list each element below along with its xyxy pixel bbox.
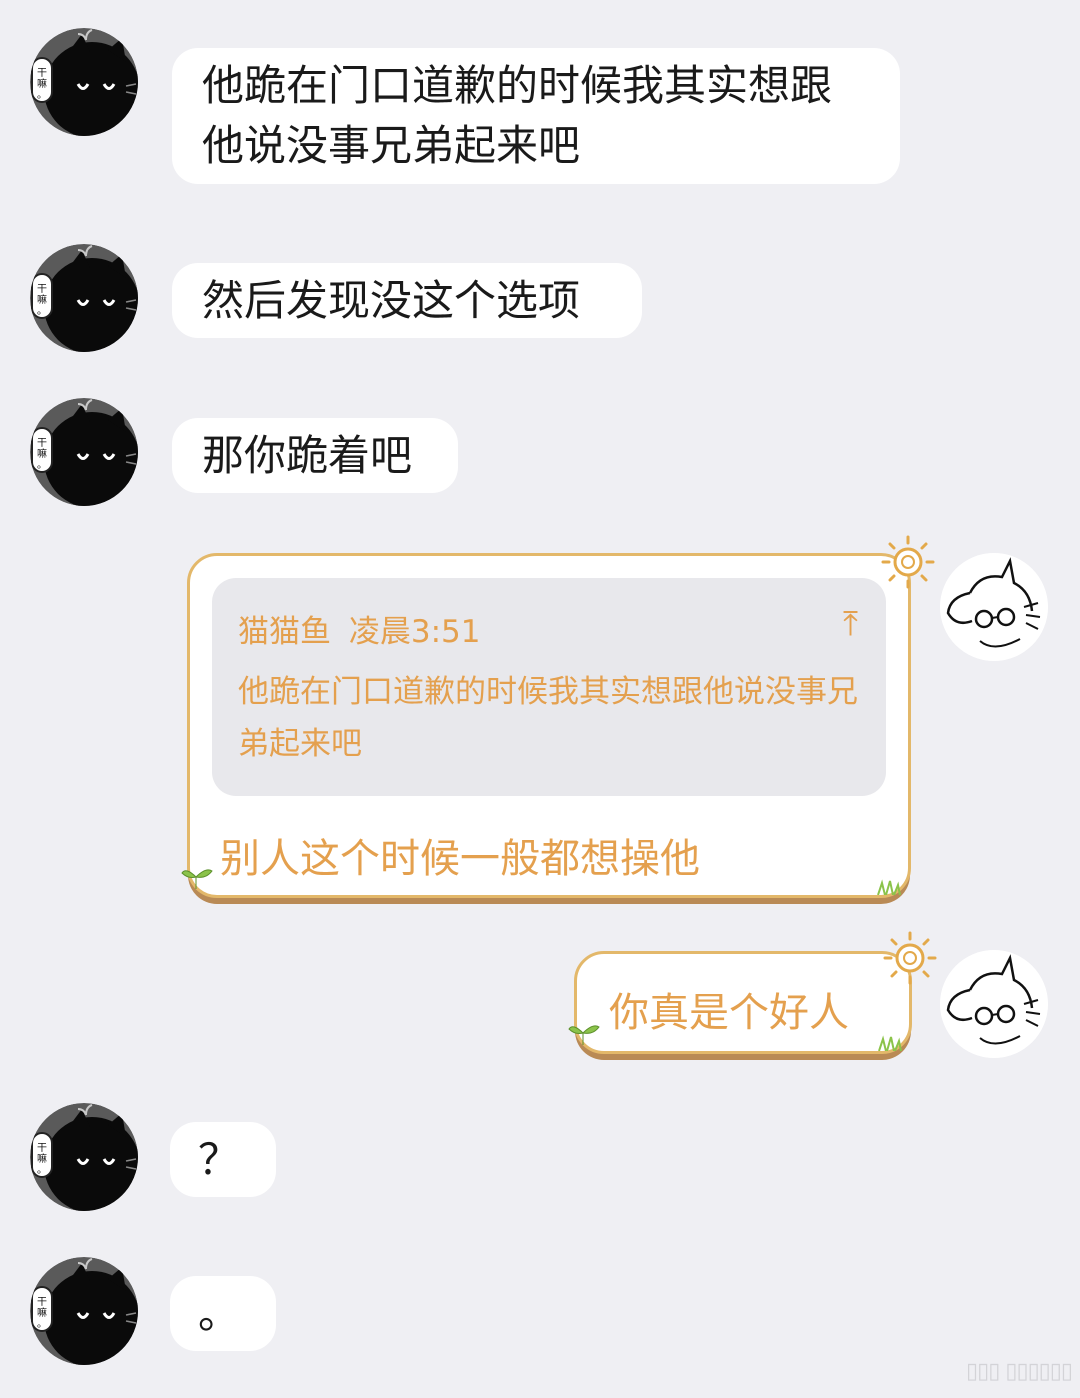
badge-text: 干嘛。 (37, 1143, 47, 1176)
cat-avatar[interactable]: 干嘛。 (30, 398, 138, 506)
sprout-icon (568, 1025, 600, 1045)
cat-avatar[interactable]: 干嘛。 (30, 1103, 138, 1211)
jump-to-quote-icon[interactable]: ⤒ (843, 604, 858, 644)
badge-text: 干嘛。 (37, 68, 47, 101)
quote-time: 凌晨3:51 (348, 614, 481, 650)
message-bubble[interactable]: 那你跪着吧 (172, 418, 458, 493)
reply-bubble[interactable]: 猫猫鱼 凌晨3:51 ⤒ 他跪在门口道歉的时候我其实想跟他说没事兄弟起来吧 别人… (181, 553, 911, 898)
cat-face-icon: 干嘛。 (30, 1257, 138, 1365)
message-text: 他跪在门口道歉的时候我其实想跟他说没事兄弟起来吧 (202, 61, 833, 170)
sketch-character-icon (940, 950, 1048, 1058)
message-text: 。 (198, 1289, 241, 1338)
cat-avatar[interactable]: 干嘛。 (30, 28, 138, 136)
quoted-message[interactable]: 猫猫鱼 凌晨3:51 ⤒ 他跪在门口道歉的时候我其实想跟他说没事兄弟起来吧 (212, 578, 886, 796)
cat-face-icon: 干嘛。 (30, 244, 138, 352)
message-bubble[interactable]: ？ (170, 1122, 276, 1197)
message-text: 你真是个好人 (609, 990, 849, 1036)
cat-face-icon: 干嘛。 (30, 1103, 138, 1211)
grass-icon (878, 1035, 902, 1051)
sun-icon (881, 535, 935, 589)
quote-header: 猫猫鱼 凌晨3:51 (238, 606, 480, 651)
badge-text: 干嘛。 (37, 284, 47, 317)
message-bubble[interactable]: 然后发现没这个选项 (172, 263, 642, 338)
my-avatar[interactable] (940, 950, 1048, 1058)
badge-text: 干嘛。 (37, 1297, 47, 1330)
sun-icon (883, 931, 937, 985)
message-text: 别人这个时候一般都想操他 (220, 836, 700, 882)
message-text: 那你跪着吧 (202, 431, 413, 480)
cat-face-icon: 干嘛。 (30, 28, 138, 136)
message-bubble[interactable]: 他跪在门口道歉的时候我其实想跟他说没事兄弟起来吧 (172, 48, 900, 184)
message-text: 然后发现没这个选项 (202, 276, 581, 325)
grass-icon (877, 879, 901, 895)
quote-text: 他跪在门口道歉的时候我其实想跟他说没事兄弟起来吧 (238, 674, 858, 762)
cat-face-icon: 干嘛。 (30, 398, 138, 506)
message-bubble[interactable]: 。 (170, 1276, 276, 1351)
message-text: ？ (198, 1135, 241, 1184)
my-avatar[interactable] (940, 553, 1048, 661)
sprout-icon (181, 869, 213, 889)
reply-bubble[interactable]: 你真是个好人 (568, 951, 912, 1054)
badge-text: 干嘛。 (37, 438, 47, 471)
quote-sender: 猫猫鱼 (238, 614, 331, 650)
sketch-character-icon (940, 553, 1048, 661)
watermark: ▯▯▯ ▯▯▯▯▯▯ (966, 1359, 1073, 1384)
cat-avatar[interactable]: 干嘛。 (30, 244, 138, 352)
cat-avatar[interactable]: 干嘛。 (30, 1257, 138, 1365)
